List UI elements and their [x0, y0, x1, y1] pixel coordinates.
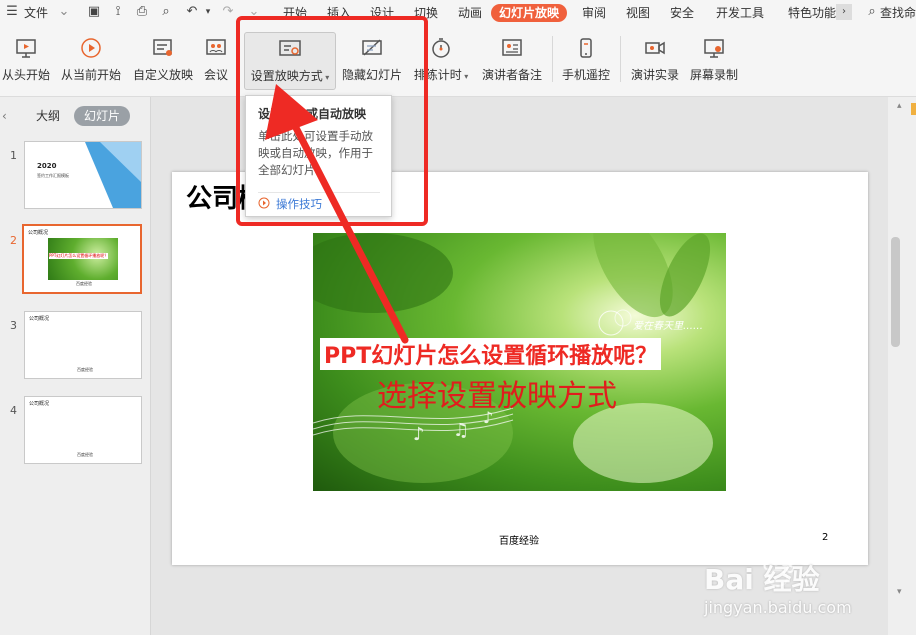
dropdown-arrow-icon: ▾ [461, 72, 469, 81]
slide-number: 2 [10, 234, 17, 247]
vertical-scrollbar[interactable]: ▴ ▾ [888, 97, 916, 635]
ribbon-separator [620, 36, 621, 82]
menu-file[interactable]: 文件 [24, 4, 48, 22]
presenter-notes-button[interactable]: 演讲者备注 [478, 32, 546, 88]
chevron-down-icon[interactable]: ⌄ [56, 4, 72, 20]
meeting-button[interactable]: 会议 [200, 32, 232, 88]
menu-view[interactable]: 视图 [626, 4, 650, 22]
svg-text:♫: ♫ [453, 420, 469, 441]
undo-icon[interactable]: ↶ [184, 4, 200, 20]
watermark-url: jingyan.baidu.com [704, 598, 852, 617]
side-tab[interactable] [911, 103, 916, 115]
slide-thumbnail-4[interactable]: 公司概况 百度经验 [24, 396, 142, 464]
menu-slideshow[interactable]: 幻灯片放映 [491, 4, 568, 22]
phone-remote-button[interactable]: 手机遥控 [558, 32, 614, 88]
menu-security[interactable]: 安全 [670, 4, 694, 22]
watermark: Bai 经验 jingyan.baidu.com [700, 550, 870, 630]
slide-thumbnail-1[interactable]: 2020 签约工作汇报模板 [24, 141, 142, 209]
slide-number: 1 [10, 149, 17, 162]
play-circle-icon [81, 38, 101, 58]
image-overlay-text: 爱在春天里…… [633, 321, 703, 332]
menu-special-features[interactable]: 特色功能 [788, 4, 836, 22]
scroll-down-icon[interactable]: ▾ [897, 587, 902, 597]
save-icon[interactable]: ▣ [86, 4, 102, 20]
svg-text:♪: ♪ [413, 424, 425, 445]
speech-record-button[interactable]: 演讲实录 [626, 32, 684, 88]
tab-slides[interactable]: 幻灯片 [74, 106, 131, 126]
menu-bar: ☰ 文件 ⌄ ▣ ⟟ ⎙ ⌕ ↶ ▾ ↷ ⌄ 开始 插入 设计 切换 动画 幻灯… [0, 0, 916, 26]
play-from-start-icon [16, 39, 36, 58]
more-tabs-icon[interactable]: › [836, 4, 852, 20]
meeting-icon [206, 39, 226, 55]
custom-slideshow-icon [153, 39, 172, 56]
annotation-highlight-box [236, 16, 428, 226]
print-preview-icon[interactable]: ⌕ [158, 4, 174, 20]
scroll-thumb[interactable] [891, 237, 900, 347]
phone-icon [580, 38, 592, 58]
video-camera-icon [645, 41, 665, 55]
scroll-up-icon[interactable]: ▴ [897, 101, 902, 111]
hamburger-menu-icon[interactable]: ☰ [4, 4, 20, 20]
custom-slideshow-button[interactable]: 自定义放映 [130, 32, 196, 88]
print-icon[interactable]: ⎙ [134, 4, 150, 20]
play-from-current-button[interactable]: 从当前开始 [58, 32, 124, 88]
menu-review[interactable]: 审阅 [582, 4, 606, 22]
search-command[interactable]: 查找命 [880, 4, 916, 22]
slide-thumbnail-3[interactable]: 公司概况 百度经验 [24, 311, 142, 379]
slide-page-number: 2 [822, 532, 829, 543]
search-icon[interactable]: ⌕ [864, 4, 880, 20]
slide-number: 3 [10, 319, 17, 332]
thumbnail-image [48, 238, 118, 280]
screen-record-icon [704, 39, 724, 58]
ribbon: 从头开始 从当前开始 自定义放映 会议 设置放映方式 ▾ 隐藏幻灯片 排练计时 … [0, 26, 916, 97]
play-from-start-button[interactable]: 从头开始 [0, 32, 52, 88]
stopwatch-icon [432, 38, 450, 58]
collapse-panel-icon[interactable]: ‹ [2, 109, 7, 123]
watermark-brand: Bai 经验 [704, 563, 820, 596]
slide-panel: ‹ 大纲 幻灯片 1 2020 签约工作汇报模板 2 公司概况 PPT幻灯片怎么… [0, 97, 151, 635]
current-slide[interactable]: 公司概况 ♪ ♫ ♪ 爱在春天里…… PPT幻灯片怎么设置循环播放呢？ 选择设置… [172, 172, 868, 565]
slide-thumbnail-2[interactable]: 公司概况 PPT幻灯片怎么设置循环播放呢？ 百度经验 [22, 224, 142, 294]
format-painter-icon[interactable]: ⟟ [110, 4, 126, 20]
slide-footer: 百度经验 [499, 536, 539, 547]
tab-outline[interactable]: 大纲 [36, 106, 60, 126]
screen-record-button[interactable]: 屏幕录制 [688, 32, 740, 88]
presenter-notes-icon [502, 39, 522, 56]
menu-animations[interactable]: 动画 [458, 4, 482, 22]
annotation-question: PPT幻灯片怎么设置循环播放呢？ [320, 338, 662, 370]
annotation-instruction: 选择设置放映方式 [377, 379, 617, 414]
menu-developer-tools[interactable]: 开发工具 [716, 4, 764, 22]
slide-number: 4 [10, 404, 17, 417]
undo-dropdown-icon[interactable]: ▾ [200, 4, 216, 20]
redo-icon[interactable]: ↷ [220, 4, 236, 20]
ribbon-separator [552, 36, 553, 82]
